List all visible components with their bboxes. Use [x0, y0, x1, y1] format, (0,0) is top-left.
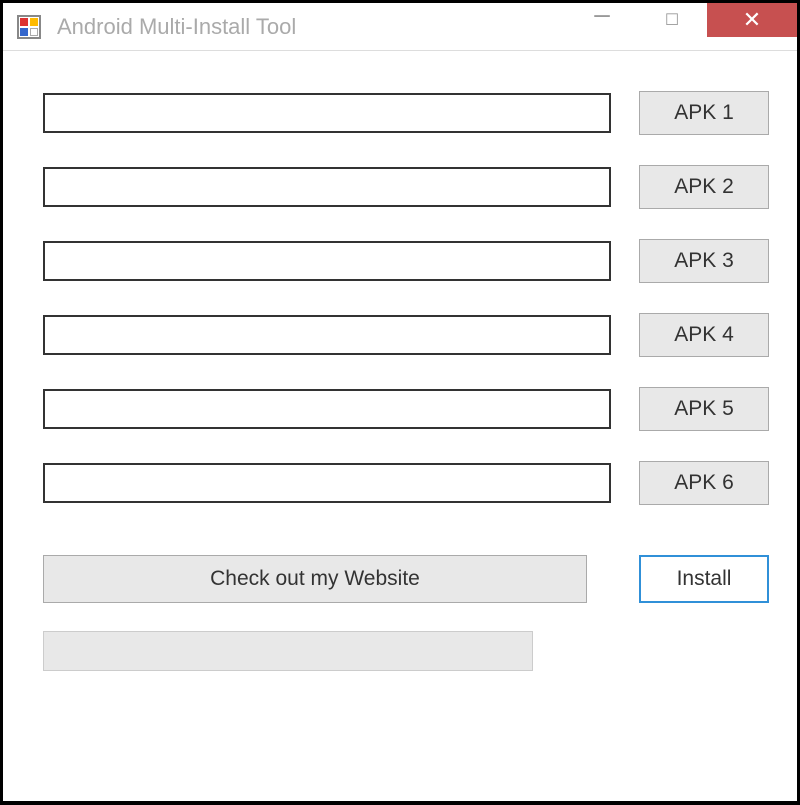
apk-row-6: APK 6 [43, 461, 769, 505]
apk-browse-button-3[interactable]: APK 3 [639, 239, 769, 283]
titlebar[interactable]: Android Multi-Install Tool ‒ ☐ ✕ [3, 3, 797, 51]
apk-row-4: APK 4 [43, 313, 769, 357]
watermark-text: LO4D.com [716, 781, 792, 799]
apk-row-2: APK 2 [43, 165, 769, 209]
close-button[interactable]: ✕ [707, 3, 797, 37]
apk-browse-button-5[interactable]: APK 5 [639, 387, 769, 431]
watermark: cc LO4D.com [689, 781, 792, 799]
apk-browse-button-2[interactable]: APK 2 [639, 165, 769, 209]
progress-bar [43, 631, 533, 671]
apk-path-input-4[interactable] [43, 315, 611, 355]
apk-path-input-2[interactable] [43, 167, 611, 207]
app-icon [17, 15, 41, 39]
install-button[interactable]: Install [639, 555, 769, 603]
apk-row-3: APK 3 [43, 239, 769, 283]
apk-path-input-1[interactable] [43, 93, 611, 133]
apk-path-input-6[interactable] [43, 463, 611, 503]
apk-row-1: APK 1 [43, 91, 769, 135]
window-controls: ‒ ☐ ✕ [567, 3, 797, 50]
apk-row-5: APK 5 [43, 387, 769, 431]
action-row: Check out my Website Install [43, 555, 769, 603]
apk-path-input-3[interactable] [43, 241, 611, 281]
maximize-button[interactable]: ☐ [637, 3, 707, 37]
window-title: Android Multi-Install Tool [57, 14, 567, 40]
minimize-button[interactable]: ‒ [567, 3, 637, 37]
website-button[interactable]: Check out my Website [43, 555, 587, 603]
client-area: APK 1 APK 2 APK 3 APK 4 APK 5 APK 6 Chec… [3, 51, 797, 691]
apk-browse-button-6[interactable]: APK 6 [639, 461, 769, 505]
apk-browse-button-1[interactable]: APK 1 [639, 91, 769, 135]
apk-browse-button-4[interactable]: APK 4 [639, 313, 769, 357]
app-window: Android Multi-Install Tool ‒ ☐ ✕ APK 1 A… [2, 2, 798, 802]
cc-icon: cc [689, 781, 710, 799]
apk-path-input-5[interactable] [43, 389, 611, 429]
